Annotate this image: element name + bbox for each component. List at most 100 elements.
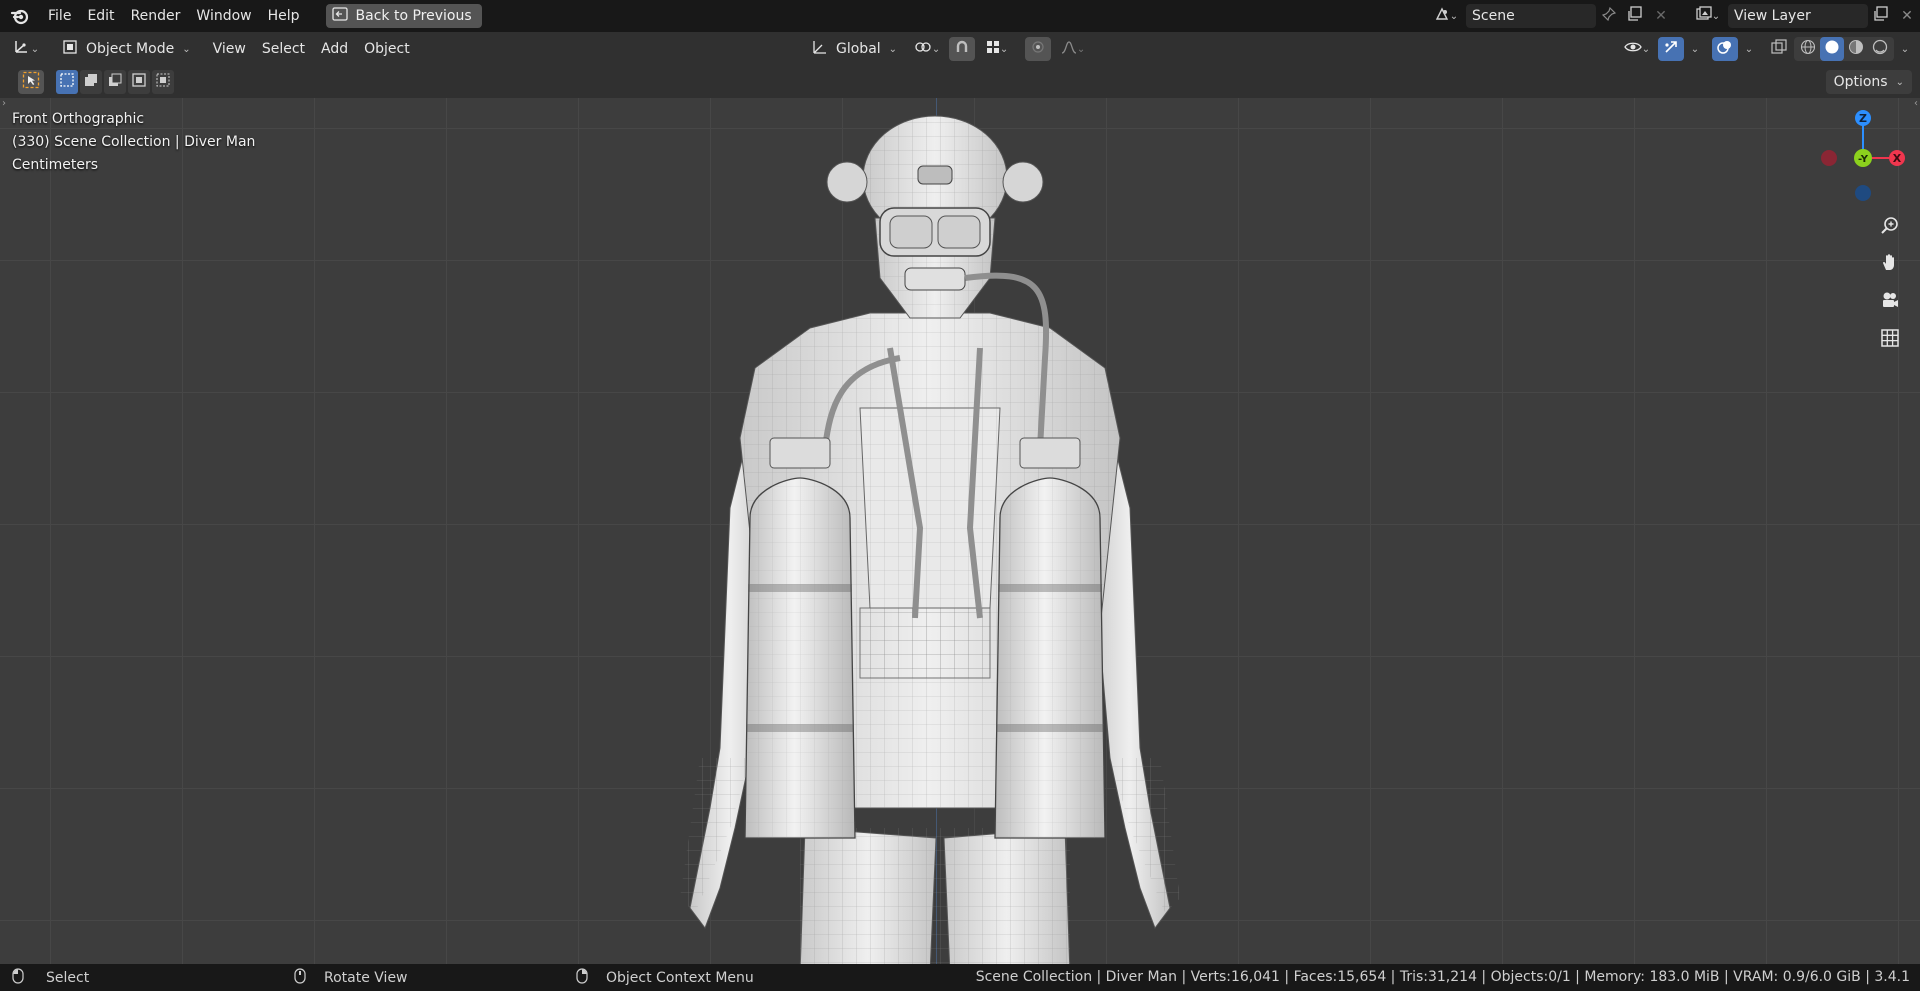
menu-render[interactable]: Render bbox=[123, 0, 189, 32]
diver-man-mesh[interactable] bbox=[660, 108, 1200, 964]
header-menu-add[interactable]: Add bbox=[313, 33, 356, 65]
proportional-dot-icon bbox=[1031, 40, 1045, 58]
units-text: Centimeters bbox=[12, 157, 99, 173]
overlays-toggle-button[interactable] bbox=[1712, 37, 1738, 61]
shading-dropdown[interactable]: ⌄ bbox=[1896, 37, 1914, 61]
3d-viewport[interactable]: Front Orthographic (330) Scene Collectio… bbox=[0, 98, 1920, 964]
gizmo-toggle-button[interactable] bbox=[1658, 37, 1684, 61]
extend-selection-icon bbox=[84, 73, 98, 91]
material-sphere-icon bbox=[1848, 39, 1864, 59]
top-menu-bar: File Edit Render Window Help Back to Pre… bbox=[0, 0, 1920, 32]
proportional-falloff-dropdown[interactable]: ⌄ bbox=[1055, 37, 1091, 61]
toolbar-expand-arrow-icon[interactable]: › bbox=[2, 98, 6, 109]
orientation-axes-icon bbox=[812, 39, 828, 59]
rendered-shading-button[interactable] bbox=[1868, 37, 1892, 61]
pivot-link-icon bbox=[914, 40, 932, 58]
menu-window[interactable]: Window bbox=[188, 0, 259, 32]
options-label: Options bbox=[1833, 74, 1888, 90]
scene-name-text: Scene bbox=[1472, 8, 1515, 24]
view-layer-name-field[interactable]: View Layer bbox=[1728, 4, 1868, 28]
scene-name-field[interactable]: Scene bbox=[1466, 4, 1596, 28]
invert-selection-button[interactable] bbox=[128, 70, 150, 94]
view-layer-icon bbox=[1696, 6, 1712, 26]
proportional-editing-button[interactable] bbox=[1025, 37, 1052, 61]
pivot-point-dropdown[interactable]: ⌄ bbox=[909, 37, 945, 61]
status-select-label: Select bbox=[46, 969, 90, 986]
viewport-header: ⌄ Object Mode ⌄ View Select Add Object G… bbox=[0, 32, 1920, 66]
view-layer-selector-button[interactable]: ⌄ bbox=[1688, 4, 1728, 28]
chevron-down-icon: ⌄ bbox=[888, 43, 898, 55]
options-dropdown[interactable]: Options ⌄ bbox=[1825, 70, 1912, 94]
magnifier-plus-icon bbox=[1880, 216, 1900, 240]
mouse-right-icon bbox=[576, 967, 588, 988]
menu-edit[interactable]: Edit bbox=[79, 0, 122, 32]
wireframe-sphere-icon bbox=[1800, 39, 1816, 59]
header-menu-select[interactable]: Select bbox=[254, 33, 313, 65]
hand-icon bbox=[1880, 252, 1900, 276]
new-view-layer-button[interactable] bbox=[1868, 4, 1894, 28]
object-mode-dropdown[interactable]: Object Mode ⌄ bbox=[54, 36, 199, 62]
menu-help[interactable]: Help bbox=[260, 0, 308, 32]
delete-scene-button[interactable]: ✕ bbox=[1648, 4, 1674, 28]
camera-icon bbox=[1880, 290, 1900, 314]
shading-mode-group bbox=[1794, 37, 1894, 61]
chevron-down-icon: ⌄ bbox=[999, 43, 1009, 55]
solid-shading-button[interactable] bbox=[1820, 37, 1844, 61]
set-new-selection-button[interactable] bbox=[56, 70, 78, 94]
subtract-selection-button[interactable] bbox=[104, 70, 126, 94]
extend-selection-button[interactable] bbox=[80, 70, 102, 94]
status-context-menu-label: Object Context Menu bbox=[606, 969, 754, 986]
new-scene-button[interactable] bbox=[1622, 4, 1648, 28]
chevron-down-icon: ⌄ bbox=[1641, 43, 1651, 55]
delete-view-layer-button[interactable]: ✕ bbox=[1894, 4, 1920, 28]
tool-settings-header: Options ⌄ bbox=[0, 66, 1920, 98]
close-icon: ✕ bbox=[1655, 8, 1667, 24]
toggle-perspective-button[interactable] bbox=[1874, 324, 1906, 356]
status-context-menu-hint: Object Context Menu bbox=[576, 964, 754, 991]
chevron-down-icon: ⌄ bbox=[931, 43, 941, 55]
gizmo-neg-z-axis[interactable] bbox=[1855, 185, 1871, 201]
scene-icon bbox=[1434, 6, 1450, 26]
transform-orientation-dropdown[interactable]: Global ⌄ bbox=[804, 36, 905, 62]
snap-target-dropdown[interactable]: ⌄ bbox=[979, 37, 1015, 61]
material-preview-button[interactable] bbox=[1844, 37, 1868, 61]
blender-logo-icon[interactable] bbox=[0, 0, 40, 32]
select-box-tool-button[interactable] bbox=[18, 70, 44, 94]
snap-toggle-button[interactable] bbox=[949, 37, 976, 61]
gizmo-dropdown[interactable]: ⌄ bbox=[1686, 37, 1704, 61]
camera-view-button[interactable] bbox=[1874, 286, 1906, 318]
close-icon: ✕ bbox=[1901, 8, 1913, 24]
view-layer-name-text: View Layer bbox=[1734, 8, 1811, 24]
header-menu-view[interactable]: View bbox=[205, 33, 254, 65]
menu-file[interactable]: File bbox=[40, 0, 79, 32]
gizmo-y-label: -Y bbox=[1858, 154, 1869, 165]
wireframe-shading-button[interactable] bbox=[1796, 37, 1820, 61]
intersect-selection-button[interactable] bbox=[152, 70, 174, 94]
gizmo-neg-x-axis[interactable] bbox=[1821, 150, 1837, 166]
pan-view-button[interactable] bbox=[1874, 248, 1906, 280]
chevron-down-icon: ⌄ bbox=[1690, 43, 1700, 55]
scene-viewlayer-cluster: ⌄ Scene ✕ ⌄ View Layer ✕ bbox=[1426, 0, 1920, 32]
editor-type-button[interactable]: ⌄ bbox=[6, 37, 46, 61]
header-menu-object[interactable]: Object bbox=[356, 33, 418, 65]
gizmo-x-label: X bbox=[1893, 152, 1902, 165]
head-helmet bbox=[826, 115, 1044, 319]
pin-icon bbox=[1601, 6, 1617, 25]
subtract-selection-icon bbox=[108, 73, 122, 91]
xray-toggle-button[interactable] bbox=[1766, 37, 1792, 61]
chevron-down-icon: ⌄ bbox=[1076, 43, 1086, 55]
invert-selection-icon bbox=[132, 73, 146, 91]
legs bbox=[799, 827, 1071, 964]
view-name-text: Front Orthographic bbox=[12, 111, 145, 127]
select-box-icon bbox=[22, 71, 40, 93]
visibility-dropdown[interactable]: ⌄ bbox=[1618, 37, 1656, 61]
overlays-dropdown[interactable]: ⌄ bbox=[1740, 37, 1758, 61]
pin-scene-button[interactable] bbox=[1596, 4, 1622, 28]
back-to-previous-button[interactable]: Back to Previous bbox=[325, 4, 482, 28]
scene-selector-button[interactable]: ⌄ bbox=[1426, 4, 1466, 28]
solid-sphere-icon bbox=[1824, 39, 1840, 59]
status-rotate-label: Rotate View bbox=[324, 969, 408, 986]
status-select-hint: Select bbox=[12, 964, 89, 991]
zoom-view-button[interactable] bbox=[1874, 212, 1906, 244]
magnet-icon bbox=[955, 40, 969, 58]
